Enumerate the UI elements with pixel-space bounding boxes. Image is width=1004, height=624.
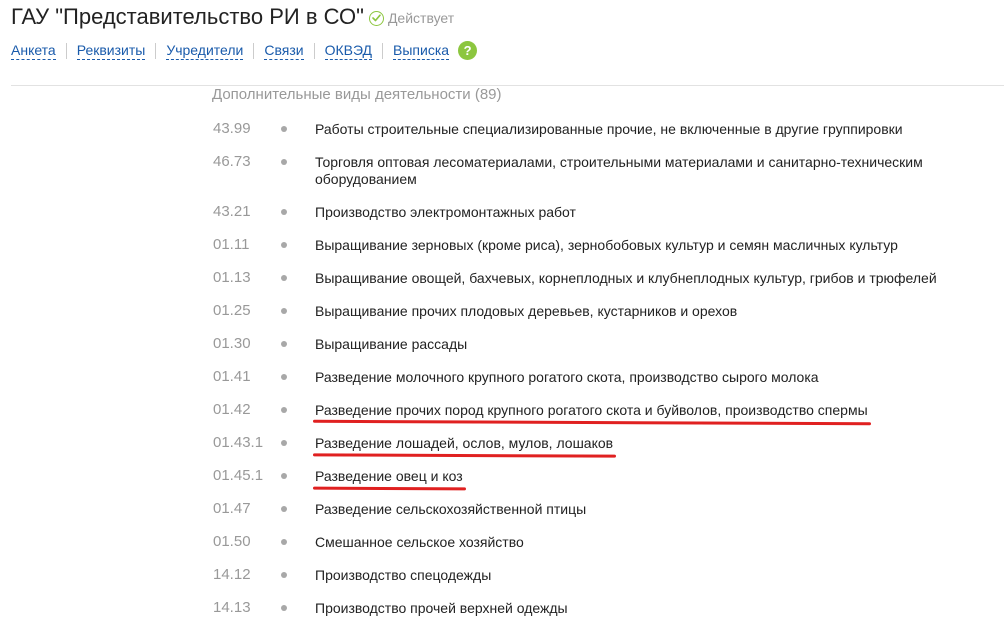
nav-item-uchrediteli[interactable]: Учредители <box>166 42 244 60</box>
activity-code: 01.41 <box>213 368 251 385</box>
activity-row: 01.50 Смешанное сельское хозяйство <box>0 525 1004 558</box>
activity-name-text: Смешанное сельское хозяйство <box>315 534 524 550</box>
nav-separator <box>313 43 315 59</box>
activity-name: Разведение молочного крупного рогатого с… <box>315 369 955 386</box>
activity-name: Производство спецодежды <box>315 567 955 584</box>
activity-name-text: Производство спецодежды <box>315 567 492 583</box>
bullet-dot-icon <box>281 440 287 446</box>
activity-name-text: Торговля оптовая лесоматериалами, строит… <box>315 154 923 187</box>
activity-row: 14.13 Производство прочей верхней одежды <box>0 591 1004 624</box>
bullet-dot-icon <box>281 374 287 380</box>
bullet-dot-icon <box>281 242 287 248</box>
bullet-dot-icon <box>281 275 287 281</box>
bullet-dot-icon <box>281 407 287 413</box>
activity-name-text: Разведение молочного крупного рогатого с… <box>315 369 819 385</box>
activity-name: Производство электромонтажных работ <box>315 204 955 221</box>
activity-name-text: Производство электромонтажных работ <box>315 204 576 220</box>
activity-name-text: Работы строительные специализированные п… <box>315 121 903 137</box>
nav-tabs: Анкета Реквизиты Учредители Связи ОКВЭД … <box>11 41 478 60</box>
bullet-dot-icon <box>281 506 287 512</box>
activity-row: 01.43.1 Разведение лошадей, ослов, мулов,… <box>0 426 1004 459</box>
activity-code: 46.73 <box>213 153 251 170</box>
activity-name-text: Выращивание рассады <box>315 336 468 352</box>
activity-name: Выращивание зерновых (кроме риса), зерно… <box>315 237 955 254</box>
activity-row: 01.45.1 Разведение овец и коз <box>0 459 1004 492</box>
activity-code: 01.30 <box>213 335 251 352</box>
activity-name: Разведение лошадей, ослов, мулов, лошако… <box>312 435 617 458</box>
activity-row: 43.21 Производство электромонтажных работ <box>0 195 1004 228</box>
nav-separator <box>155 43 157 59</box>
activity-name: Торговля оптовая лесоматериалами, строит… <box>315 154 955 188</box>
activity-row: 01.47 Разведение сельскохозяйственной пти… <box>0 492 1004 525</box>
activity-row: 01.42 Разведение прочих пород крупного ро… <box>0 393 1004 426</box>
nav-separator <box>382 43 384 59</box>
activity-name-text: Разведение прочих пород крупного рогатог… <box>315 402 868 418</box>
nav-separator <box>65 43 67 59</box>
activity-name: Смешанное сельское хозяйство <box>315 534 955 551</box>
company-title: ГАУ "Представительство РИ в СО" <box>11 4 364 29</box>
bullet-dot-icon <box>281 126 287 132</box>
bullet-dot-icon <box>281 539 287 545</box>
activity-name-text: Разведение сельскохозяйственной птицы <box>315 501 587 517</box>
bullet-dot-icon <box>281 341 287 347</box>
activity-row: 14.12 Производство спецодежды <box>0 558 1004 591</box>
activity-name: Выращивание рассады <box>315 336 955 353</box>
activity-name: Работы строительные специализированные п… <box>315 121 955 138</box>
bullet-dot-icon <box>281 605 287 611</box>
header-divider <box>11 85 1004 86</box>
activity-name: Разведение сельскохозяйственной птицы <box>315 501 955 518</box>
activity-name-text: Разведение лошадей, ослов, мулов, лошако… <box>315 435 614 451</box>
activity-row: 01.41 Разведение молочного крупного рогат… <box>0 360 1004 393</box>
activity-row: 01.13 Выращивание овощей, бахчевых, корне… <box>0 261 1004 294</box>
nav-item-anketa[interactable]: Анкета <box>11 42 56 60</box>
nav-item-vypiska[interactable]: Выписка <box>393 42 450 60</box>
activity-name: Разведение овец и коз <box>312 468 466 491</box>
status-text: Действует <box>387 10 455 26</box>
activity-list: 43.99 Работы строительные специализирован… <box>0 112 1004 624</box>
page-header: ГАУ "Представительство РИ в СО" Действуе… <box>11 4 454 30</box>
activity-code: 01.47 <box>213 500 251 517</box>
activity-name: Выращивание овощей, бахчевых, корнеплодн… <box>315 270 955 287</box>
activity-row: 01.30 Выращивание рассады <box>0 327 1004 360</box>
activity-name-text: Выращивание прочих плодовых деревьев, ку… <box>315 303 738 319</box>
activity-name: Выращивание прочих плодовых деревьев, ку… <box>315 303 955 320</box>
red-underline-annotation <box>312 453 617 458</box>
bullet-dot-icon <box>281 308 287 314</box>
activity-code: 43.21 <box>213 203 251 220</box>
help-icon[interactable]: ? <box>458 41 478 60</box>
activity-code: 01.50 <box>213 533 251 550</box>
activity-code: 14.13 <box>213 599 251 616</box>
activity-code: 01.45.1 <box>213 467 264 484</box>
activity-row: 43.99 Работы строительные специализирован… <box>0 112 1004 145</box>
nav-separator <box>253 43 255 59</box>
activity-code: 01.13 <box>213 269 251 286</box>
activity-name: Разведение прочих пород крупного рогатог… <box>312 402 871 426</box>
activity-row: 01.11 Выращивание зерновых (кроме риса), … <box>0 228 1004 261</box>
activity-code: 01.11 <box>213 236 250 253</box>
bullet-dot-icon <box>281 572 287 578</box>
activity-name-text: Разведение овец и коз <box>315 468 463 484</box>
red-underline-annotation <box>312 486 466 491</box>
red-underline-annotation <box>312 419 871 426</box>
activity-row: 46.73 Торговля оптовая лесоматериалами, с… <box>0 145 1004 195</box>
activity-code: 01.43.1 <box>213 434 264 451</box>
activity-code: 01.42 <box>213 401 251 418</box>
nav-item-svyazi[interactable]: Связи <box>264 42 304 60</box>
bullet-dot-icon <box>281 473 287 479</box>
activity-code: 14.12 <box>213 566 251 583</box>
bullet-dot-icon <box>281 159 287 165</box>
nav-item-rekvizity[interactable]: Реквизиты <box>76 42 146 60</box>
activity-name-text: Выращивание овощей, бахчевых, корнеплодн… <box>315 270 937 286</box>
activity-row: 01.25 Выращивание прочих плодовых деревье… <box>0 294 1004 327</box>
activity-name-text: Выращивание зерновых (кроме риса), зерно… <box>315 237 898 253</box>
activity-name-text: Производство прочей верхней одежды <box>315 600 568 616</box>
activity-code: 01.25 <box>213 302 251 319</box>
section-title: Дополнительные виды деятельности (89) <box>212 86 502 103</box>
nav-item-okved[interactable]: ОКВЭД <box>324 42 373 60</box>
status-badge: Действует <box>368 10 455 26</box>
activity-name: Производство прочей верхней одежды <box>315 600 955 617</box>
bullet-dot-icon <box>281 209 287 215</box>
activity-code: 43.99 <box>213 120 251 137</box>
check-circle-icon <box>368 10 384 26</box>
